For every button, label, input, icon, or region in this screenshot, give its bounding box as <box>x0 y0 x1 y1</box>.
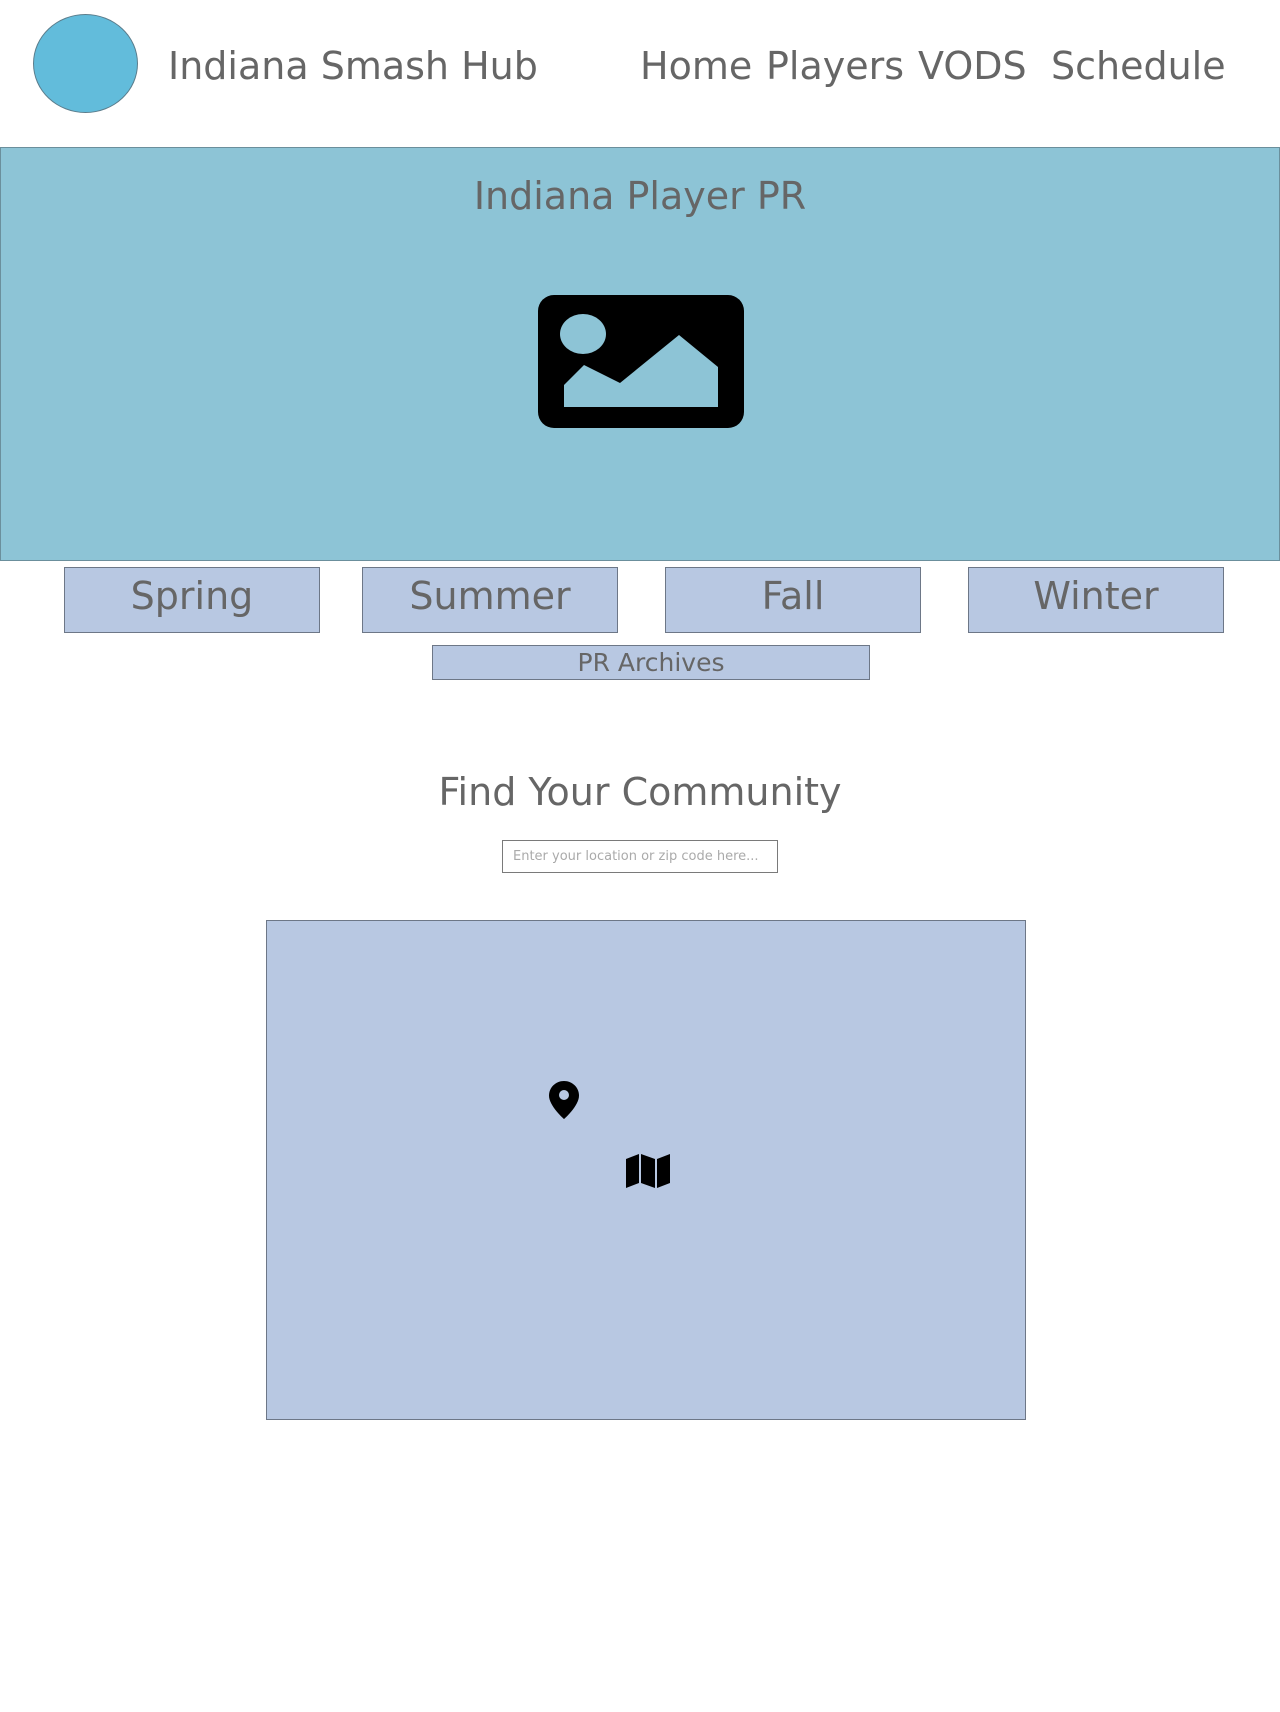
community-title: Find Your Community <box>438 770 842 814</box>
fall-button[interactable]: Fall <box>665 567 921 633</box>
nav-players-link[interactable]: Players <box>766 42 904 90</box>
image-placeholder-icon <box>538 295 744 428</box>
map-pin-icon[interactable] <box>549 1081 579 1119</box>
site-title: Indiana Smash Hub <box>168 44 538 88</box>
player-pr-banner: Indiana Player PR <box>0 147 1280 561</box>
location-search-input[interactable] <box>502 840 778 873</box>
banner-title: Indiana Player PR <box>473 174 807 218</box>
community-map[interactable] <box>266 920 1026 1420</box>
nav-vods-link[interactable]: VODS <box>918 42 1027 90</box>
nav-schedule-link[interactable]: Schedule <box>1051 42 1226 90</box>
map-icon <box>626 1154 670 1188</box>
nav-home-link[interactable]: Home <box>640 42 752 90</box>
winter-button[interactable]: Winter <box>968 567 1224 633</box>
pr-archives-button[interactable]: PR Archives <box>432 645 870 680</box>
summer-button[interactable]: Summer <box>362 567 618 633</box>
spring-button[interactable]: Spring <box>64 567 320 633</box>
site-logo[interactable] <box>33 14 138 113</box>
